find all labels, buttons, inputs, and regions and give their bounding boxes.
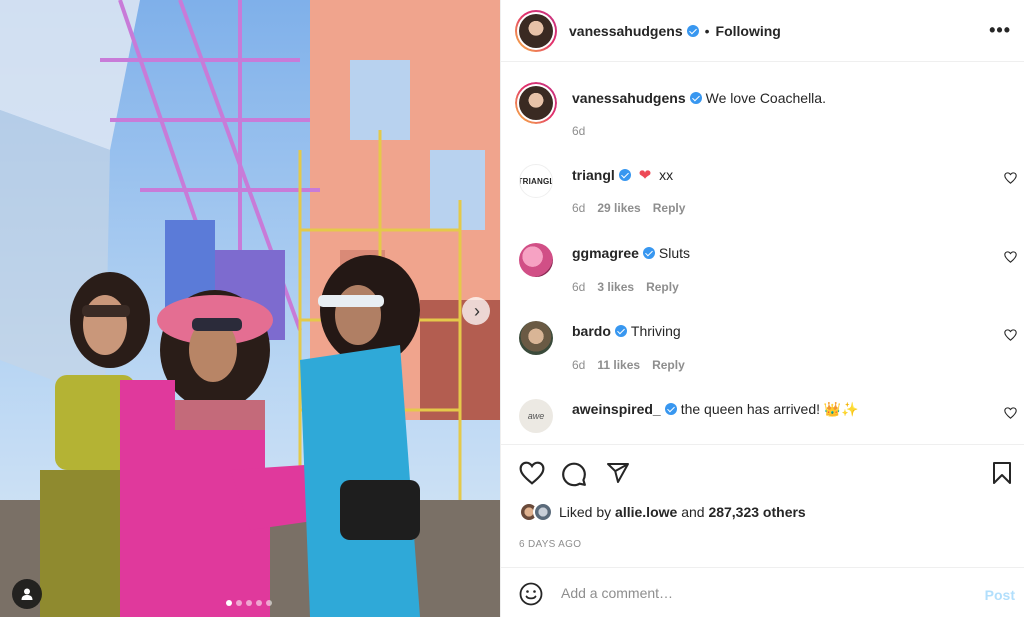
post-photo xyxy=(0,0,500,617)
caption-time[interactable]: 6d xyxy=(572,124,585,138)
liked-by-user-link[interactable]: allie.lowe xyxy=(615,504,677,520)
comment-username[interactable]: triangl xyxy=(572,167,615,183)
commenter-avatar[interactable] xyxy=(519,321,553,355)
comment-like-icon[interactable] xyxy=(1004,251,1017,263)
comment-likes[interactable]: 29 likes xyxy=(597,201,640,215)
commenter-avatar[interactable]: awe xyxy=(519,399,553,433)
comment-row: TRIANGL triangl ❤ xx 6d 29 likes Reply xyxy=(501,162,1024,222)
carousel-dot xyxy=(266,600,272,606)
comment-username[interactable]: ggmagree xyxy=(572,245,639,261)
tagged-users-button[interactable] xyxy=(12,579,42,609)
reply-button[interactable]: Reply xyxy=(653,201,686,215)
verified-badge-icon xyxy=(664,403,677,415)
more-options-icon[interactable]: ••• xyxy=(989,21,1011,39)
carousel-dot xyxy=(246,600,252,606)
post-media[interactable]: › xyxy=(0,0,500,617)
comment-row: ggmagree Sluts 6d 3 likes Reply xyxy=(501,241,1024,301)
post-comment-button[interactable]: Post xyxy=(985,587,1015,603)
comment-text: the queen has arrived! 👑✨ xyxy=(680,401,859,417)
verified-badge-icon xyxy=(642,247,655,259)
comment-text: Sluts xyxy=(658,245,691,261)
comment-like-icon[interactable] xyxy=(1004,329,1017,341)
liker-avatar[interactable] xyxy=(533,502,553,522)
commenter-avatar[interactable] xyxy=(519,243,553,277)
avatar[interactable] xyxy=(515,9,557,52)
post-side-panel: vanessahudgens • Following ••• vanessahu… xyxy=(500,0,1024,617)
comment-username[interactable]: aweinspired_ xyxy=(572,401,661,417)
comment-input[interactable] xyxy=(561,581,961,605)
caption-row: vanessahudgens We love Coachella. 6d xyxy=(501,82,1024,142)
chevron-right-icon: › xyxy=(474,301,480,321)
comment-likes[interactable]: 3 likes xyxy=(597,280,634,294)
comments-list[interactable]: vanessahudgens We love Coachella. 6d TRIA… xyxy=(501,63,1024,443)
separator-dot: • xyxy=(704,22,710,39)
reply-button[interactable]: Reply xyxy=(652,358,685,372)
save-bookmark-icon[interactable] xyxy=(991,461,1013,485)
caption-text: We love Coachella. xyxy=(705,90,826,106)
comment-text: Thriving xyxy=(630,323,681,339)
following-button[interactable]: Following xyxy=(716,23,781,39)
header-username[interactable]: vanessahudgens xyxy=(569,23,683,39)
comment-like-icon[interactable] xyxy=(1004,172,1017,184)
caption-avatar[interactable] xyxy=(515,82,557,124)
share-paper-plane-icon[interactable] xyxy=(605,461,631,485)
post-header: vanessahudgens • Following ••• xyxy=(501,0,1024,62)
instagram-post: › vanessahudgens • Following ••• vanessa… xyxy=(0,0,1024,617)
add-comment-bar: Post xyxy=(501,567,1024,617)
comment-row: awe aweinspired_ the queen has arrived! 👑… xyxy=(501,397,1024,443)
heart-emoji: ❤ xyxy=(638,167,652,184)
comment-time[interactable]: 6d xyxy=(572,280,585,294)
liked-by: Liked by allie.lowe and 287,323 others xyxy=(519,502,806,522)
carousel-dot xyxy=(256,600,262,606)
verified-badge-icon xyxy=(614,325,627,337)
comment-row: bardo Thriving 6d 11 likes Reply xyxy=(501,319,1024,379)
comment-username[interactable]: bardo xyxy=(572,323,611,339)
comment-bubble-icon[interactable] xyxy=(561,461,587,487)
commenter-avatar[interactable]: TRIANGL xyxy=(519,164,553,198)
post-timestamp[interactable]: 6 DAYS AGO xyxy=(519,539,581,550)
carousel-indicator xyxy=(226,600,272,606)
emoji-icon[interactable] xyxy=(519,582,543,606)
likes-count-link[interactable]: 287,323 others xyxy=(708,504,805,520)
comment-like-icon[interactable] xyxy=(1004,407,1017,419)
caption-username[interactable]: vanessahudgens xyxy=(572,90,686,106)
carousel-dot xyxy=(236,600,242,606)
reply-button[interactable]: Reply xyxy=(646,280,679,294)
comment-time[interactable]: 6d xyxy=(572,358,585,372)
next-slide-button[interactable]: › xyxy=(462,297,490,325)
user-icon xyxy=(21,588,33,600)
avatar-logo-text: awe xyxy=(527,411,545,421)
verified-badge-icon xyxy=(689,92,702,104)
verified-badge-icon xyxy=(618,169,631,181)
comment-time[interactable]: 6d xyxy=(572,201,585,215)
verified-badge-icon xyxy=(686,24,699,37)
comment-likes[interactable]: 11 likes xyxy=(597,358,640,372)
carousel-dot xyxy=(226,600,232,606)
liked-by-prefix: Liked by xyxy=(559,504,612,520)
avatar-logo-text: TRIANGL xyxy=(519,176,553,186)
post-actions: Liked by allie.lowe and 287,323 others 6… xyxy=(501,444,1024,567)
comment-text: xx xyxy=(659,167,674,183)
like-heart-icon[interactable] xyxy=(519,461,545,485)
liked-by-and: and xyxy=(681,504,705,520)
